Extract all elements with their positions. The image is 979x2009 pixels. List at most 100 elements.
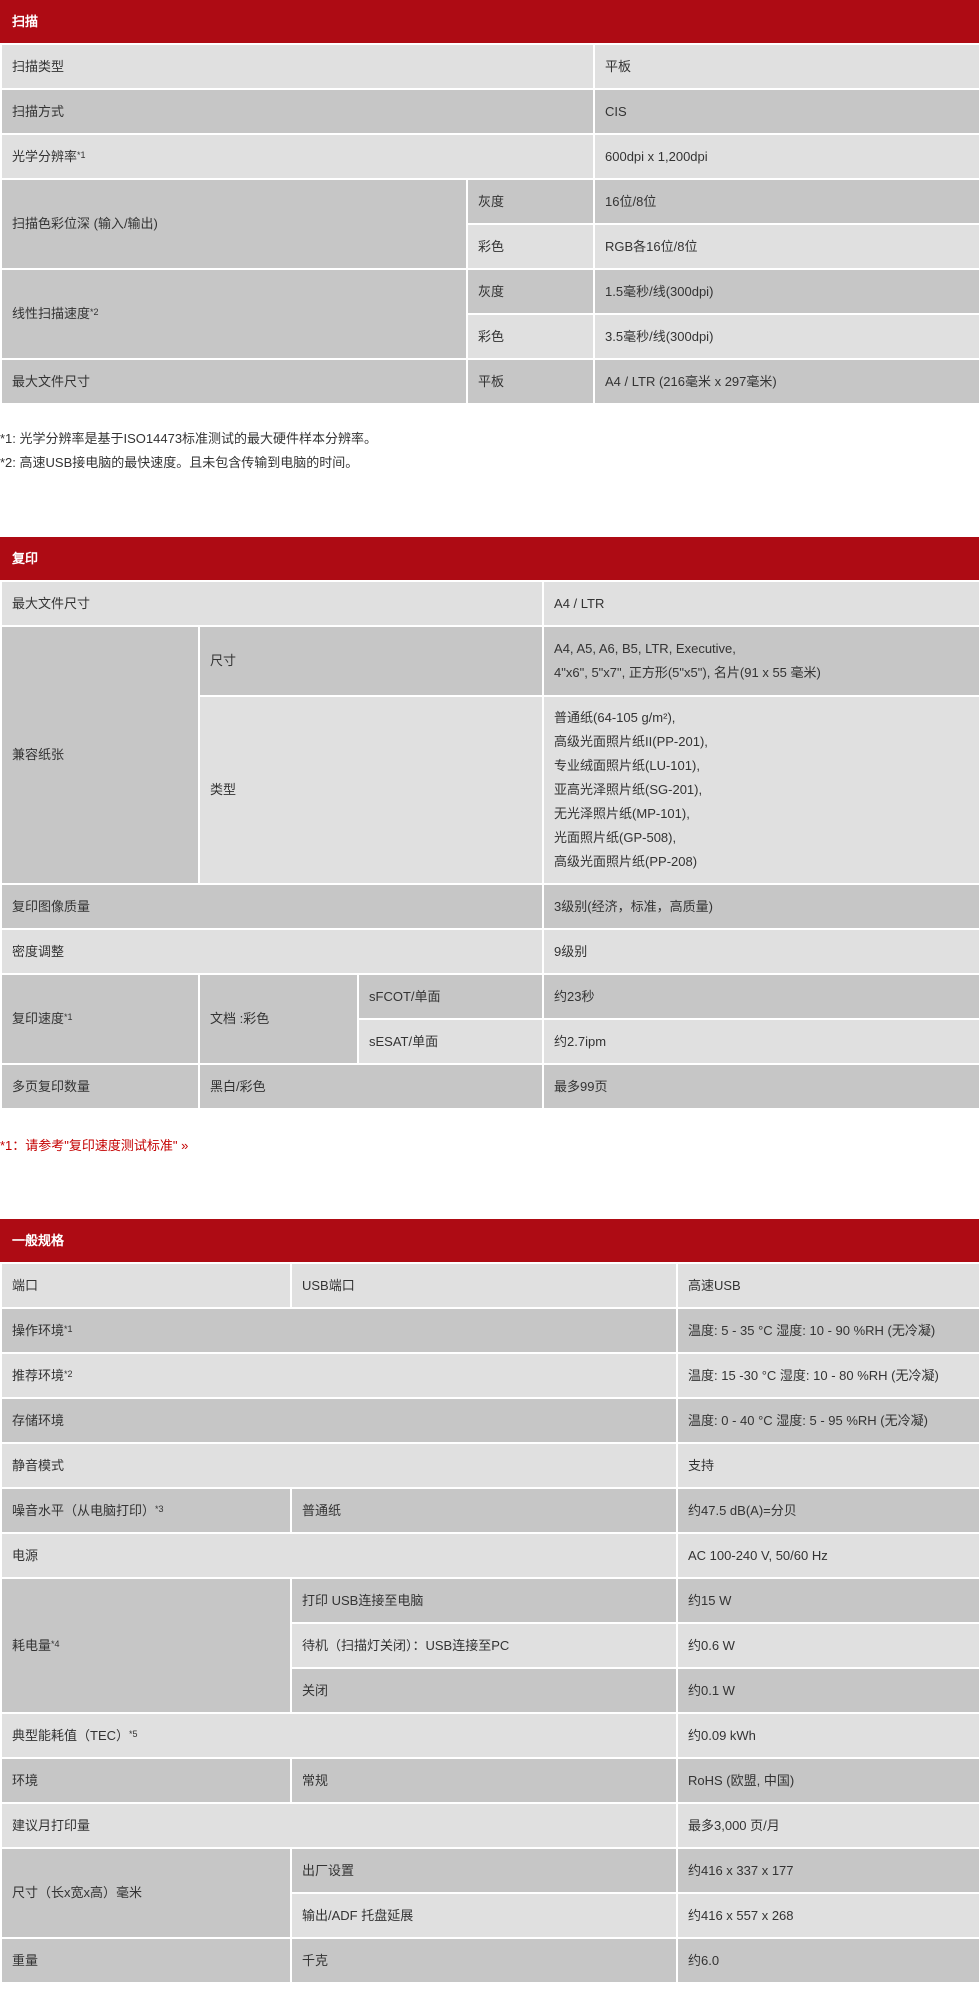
spec-value: 约416 x 557 x 268 (676, 1892, 979, 1939)
copy-section: 复印 最大文件尺寸 A4 / LTR 兼容纸张 尺寸 A4, A5, A6, B… (0, 537, 979, 1110)
spec-label: 操作环境*1 (0, 1307, 678, 1354)
copy-footnotes: *1：请参考"复印速度测试标准" » (0, 1134, 979, 1158)
spec-value: 约0.1 W (676, 1667, 979, 1714)
scan-footnotes: *1: 光学分辨率是基于ISO14473标准测试的最大硬件样本分辨率。 *2: … (0, 427, 979, 475)
spec-value: 高速USB (676, 1262, 979, 1309)
footnote: *1: 光学分辨率是基于ISO14473标准测试的最大硬件样本分辨率。 (0, 431, 378, 446)
spec-label: 复印速度*1 (0, 973, 200, 1065)
table-row: 多页复印数量 黑白/彩色 最多99页 (0, 1063, 979, 1110)
spec-value: 最多3,000 页/月 (676, 1802, 979, 1849)
spec-value: AC 100-240 V, 50/60 Hz (676, 1532, 979, 1579)
spec-label: 线性扫描速度*2 (0, 268, 468, 360)
copy-spec-table: 最大文件尺寸 A4 / LTR 兼容纸张 尺寸 A4, A5, A6, B5, … (0, 580, 979, 1110)
table-row: 复印速度*1 文档 :彩色 sFCOT/单面 约23秒 (0, 973, 979, 1065)
spec-value: 支持 (676, 1442, 979, 1489)
spec-value: 约23秒 (542, 973, 979, 1020)
spec-sublabel: 输出/ADF 托盘延展 (290, 1892, 678, 1939)
scan-section-title: 扫描 (0, 0, 979, 43)
spec-label: 噪音水平（从电脑打印）*3 (0, 1487, 292, 1534)
table-row: 端口 USB端口 高速USB (0, 1262, 979, 1309)
spec-value: 1.5毫秒/线(300dpi) (593, 268, 979, 315)
general-spec-table: 端口 USB端口 高速USB 操作环境*1 温度: 5 - 35 °C 湿度: … (0, 1262, 979, 1984)
spec-value: 约416 x 337 x 177 (676, 1847, 979, 1894)
spec-value: 9级别 (542, 928, 979, 975)
spec-value: 平板 (593, 43, 979, 90)
spec-label: 扫描类型 (0, 43, 596, 90)
spec-value: 约47.5 dB(A)=分贝 (676, 1487, 979, 1534)
spec-value: 约6.0 (676, 1937, 979, 1984)
general-section-title: 一般规格 (0, 1219, 979, 1262)
spec-sublabel: 彩色 (465, 313, 596, 360)
spec-value: 3级别(经济，标准，高质量) (542, 883, 979, 930)
spec-label: 典型能耗值（TEC）*5 (0, 1712, 678, 1759)
copy-section-title: 复印 (0, 537, 979, 580)
spec-value: 普通纸(64-105 g/m²), 高级光面照片纸II(PP-201), 专业绒… (542, 695, 979, 885)
table-row: 最大文件尺寸 A4 / LTR (0, 580, 979, 627)
spec-value: RoHS (欧盟, 中国) (676, 1757, 979, 1804)
table-row: 电源 AC 100-240 V, 50/60 Hz (0, 1532, 979, 1579)
table-row: 典型能耗值（TEC）*5 约0.09 kWh (0, 1712, 979, 1759)
table-row: 重量 千克 约6.0 (0, 1937, 979, 1984)
spec-label: 建议月打印量 (0, 1802, 678, 1849)
spec-label: 尺寸（长x宽x高）毫米 (0, 1847, 292, 1939)
spec-sublabel: 打印 USB连接至电脑 (290, 1577, 678, 1624)
table-row: 扫描色彩位深 (输入/输出) 灰度 16位/8位 (0, 178, 979, 270)
spec-value: 温度: 5 - 35 °C 湿度: 10 - 90 %RH (无冷凝) (676, 1307, 979, 1354)
spec-value: CIS (593, 88, 979, 135)
scan-spec-table: 扫描类型 平板 扫描方式 CIS 光学分辨率*1 600dpi x 1,200d… (0, 43, 979, 405)
spec-sublabel: 尺寸 (197, 625, 545, 697)
spec-label: 兼容纸张 (0, 625, 200, 885)
spec-label: 耗电量*4 (0, 1577, 292, 1714)
table-row: 扫描类型 平板 (0, 43, 979, 90)
table-row: 操作环境*1 温度: 5 - 35 °C 湿度: 10 - 90 %RH (无冷… (0, 1307, 979, 1354)
spec-sublabel: 彩色 (465, 223, 596, 270)
spec-label: 多页复印数量 (0, 1063, 200, 1110)
copy-speed-standard-link[interactable]: *1：请参考"复印速度测试标准" » (0, 1134, 979, 1158)
spec-value: 600dpi x 1,200dpi (593, 133, 979, 180)
spec-sublabel: 文档 :彩色 (198, 973, 359, 1065)
spec-sublabel: USB端口 (290, 1262, 678, 1309)
spec-value: 约0.09 kWh (676, 1712, 979, 1759)
spec-sublabel: sFCOT/单面 (356, 973, 545, 1020)
spec-label: 扫描色彩位深 (输入/输出) (0, 178, 468, 270)
spec-sublabel: 关闭 (290, 1667, 678, 1714)
spec-label: 静音模式 (0, 1442, 678, 1489)
spec-label: 光学分辨率*1 (0, 133, 596, 180)
table-row: 环境 常规 RoHS (欧盟, 中国) (0, 1757, 979, 1804)
spec-value: 温度: 15 -30 °C 湿度: 10 - 80 %RH (无冷凝) (676, 1352, 979, 1399)
spec-sublabel: 千克 (290, 1937, 678, 1984)
spec-value: A4 / LTR (216毫米 x 297毫米) (593, 358, 979, 405)
spec-sublabel: 普通纸 (290, 1487, 678, 1534)
table-row: 最大文件尺寸 平板 A4 / LTR (216毫米 x 297毫米) (0, 358, 979, 405)
spec-value: 约2.7ipm (542, 1018, 979, 1065)
table-row: 耗电量*4 打印 USB连接至电脑 约15 W (0, 1577, 979, 1714)
spec-label: 推荐环境*2 (0, 1352, 678, 1399)
spec-sublabel: 黑白/彩色 (197, 1063, 545, 1110)
table-row: 噪音水平（从电脑打印）*3 普通纸 约47.5 dB(A)=分贝 (0, 1487, 979, 1534)
spec-value: 16位/8位 (593, 178, 979, 225)
spec-label: 环境 (0, 1757, 292, 1804)
spec-label: 最大文件尺寸 (0, 358, 468, 405)
table-row: 存储环境 温度: 0 - 40 °C 湿度: 5 - 95 %RH (无冷凝) (0, 1397, 979, 1444)
table-row: 线性扫描速度*2 灰度 1.5毫秒/线(300dpi) (0, 268, 979, 360)
table-row: 静音模式 支持 (0, 1442, 979, 1489)
spec-sublabel: 类型 (197, 695, 545, 885)
spec-sublabel: 待机（扫描灯关闭）：USB连接至PC (290, 1622, 678, 1669)
spec-sublabel: 灰度 (465, 178, 596, 225)
table-row: 建议月打印量 最多3,000 页/月 (0, 1802, 979, 1849)
spec-value: 温度: 0 - 40 °C 湿度: 5 - 95 %RH (无冷凝) (676, 1397, 979, 1444)
spec-label: 最大文件尺寸 (0, 580, 545, 627)
spec-sublabel: 常规 (290, 1757, 678, 1804)
spec-value: 3.5毫秒/线(300dpi) (593, 313, 979, 360)
scan-section: 扫描 扫描类型 平板 扫描方式 CIS 光学分辨率*1 600dpi x 1,2… (0, 0, 979, 405)
general-section: 一般规格 端口 USB端口 高速USB 操作环境*1 温度: 5 - 35 °C… (0, 1219, 979, 1984)
table-row: 密度调整 9级别 (0, 928, 979, 975)
spec-label: 端口 (0, 1262, 292, 1309)
table-row: 尺寸（长x宽x高）毫米 出厂设置 约416 x 337 x 177 (0, 1847, 979, 1939)
table-row: 扫描方式 CIS (0, 88, 979, 135)
table-row: 兼容纸张 尺寸 A4, A5, A6, B5, LTR, Executive, … (0, 625, 979, 885)
spec-label: 密度调整 (0, 928, 545, 975)
spec-label: 电源 (0, 1532, 678, 1579)
spec-sublabel: sESAT/单面 (356, 1018, 545, 1065)
table-row: 推荐环境*2 温度: 15 -30 °C 湿度: 10 - 80 %RH (无冷… (0, 1352, 979, 1399)
